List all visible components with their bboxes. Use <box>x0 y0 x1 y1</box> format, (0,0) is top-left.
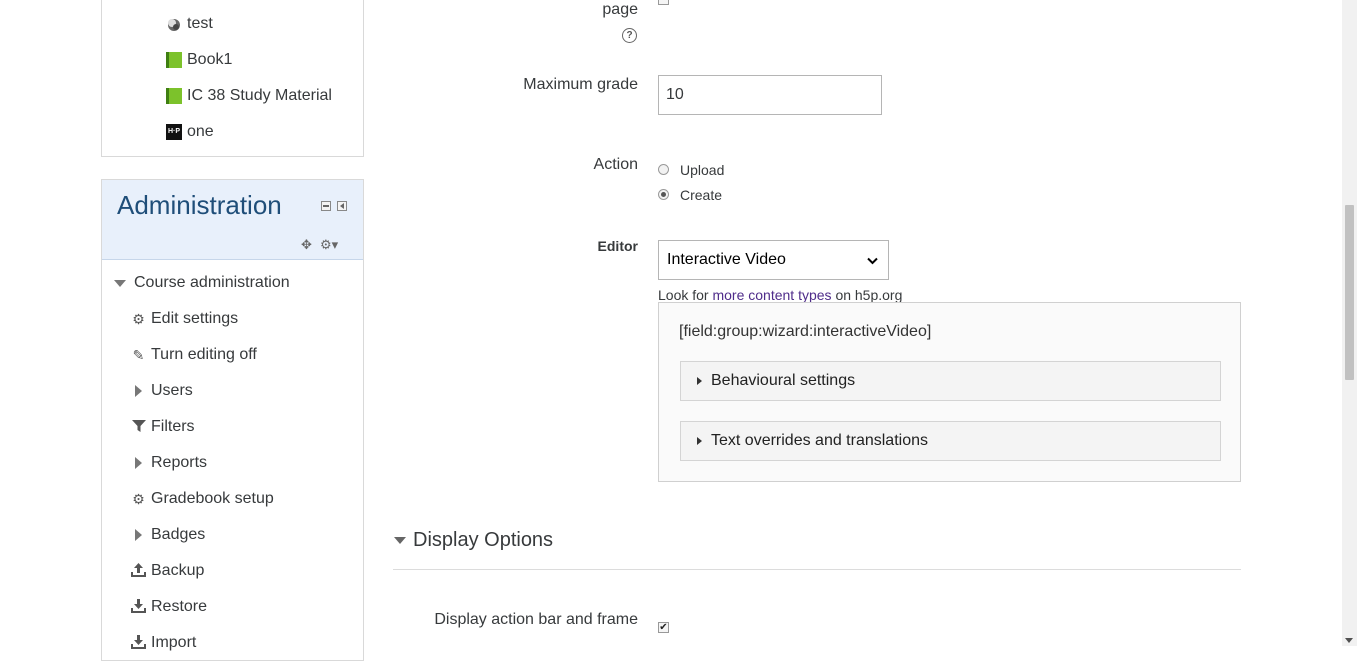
editor-select[interactable]: Interactive Video <box>658 240 889 280</box>
activity-item[interactable]: Book1 <box>166 48 232 72</box>
page-label: page <box>602 1 638 18</box>
activity-item[interactable]: IC 38 Study Material <box>166 84 332 108</box>
activity-item[interactable]: H·P one <box>166 120 214 144</box>
maximum-grade-input[interactable]: 10 <box>658 75 882 115</box>
action-upload-radio[interactable] <box>658 164 669 175</box>
upload-icon <box>130 562 147 580</box>
maximum-grade-label: Maximum grade <box>523 76 638 93</box>
section-title: Display Options <box>413 529 554 551</box>
activity-label: test <box>187 15 213 32</box>
nav-label: Reports <box>151 454 208 471</box>
pencil-icon: ✎ <box>132 346 145 363</box>
scroll-down-arrow-icon[interactable] <box>1345 638 1353 643</box>
action-create-radio[interactable] <box>658 189 669 200</box>
nav-label: Turn editing off <box>151 346 257 363</box>
activity-label: IC 38 Study Material <box>187 87 332 104</box>
display-action-bar-label: Display action bar and frame <box>434 611 638 628</box>
download-icon <box>130 598 147 616</box>
nav-item-backup[interactable]: Backup <box>130 559 204 583</box>
nav-item-import[interactable]: Import <box>130 631 196 655</box>
h5p-editor-box: [field:group:wizard:interactiveVideo] Be… <box>658 302 1241 482</box>
gear-icon: ⚙ <box>132 310 145 327</box>
page-checkbox[interactable] <box>658 0 669 5</box>
scrollbar-thumb[interactable] <box>1345 205 1354 380</box>
nav-label: Import <box>151 634 197 651</box>
book-icon <box>166 88 182 104</box>
activity-item[interactable]: test <box>166 12 213 36</box>
behavioural-settings-group[interactable]: Behavioural settings <box>680 361 1221 401</box>
nav-label: Edit settings <box>151 310 239 327</box>
look-for-text: Look for <box>658 287 709 303</box>
activities-block: test Book1 IC 38 Study Material H·P one <box>101 0 364 157</box>
nav-item-filters[interactable]: Filters <box>130 415 195 439</box>
nav-label: Gradebook setup <box>151 490 274 507</box>
nav-item-turn-editing-off[interactable]: ✎ Turn editing off <box>130 343 257 367</box>
action-upload-label[interactable]: Upload <box>680 162 724 178</box>
nav-label: Backup <box>151 562 205 579</box>
display-action-bar-checkbox[interactable]: ✔ <box>658 622 669 633</box>
editor-label: Editor <box>597 238 638 254</box>
activity-label: Book1 <box>187 51 233 68</box>
nav-label: Restore <box>151 598 208 615</box>
filter-icon <box>130 419 147 436</box>
help-icon[interactable]: ? <box>622 28 637 43</box>
page-scrollbar[interactable] <box>1342 0 1357 646</box>
import-icon <box>130 634 147 652</box>
expand-arrow-icon <box>135 385 142 397</box>
action-label: Action <box>593 156 638 173</box>
chevron-down-icon <box>867 241 878 279</box>
expand-arrow-icon <box>135 529 142 541</box>
collapse-arrow-icon <box>114 279 126 287</box>
display-options-heading[interactable]: Display Options <box>394 529 553 552</box>
nav-label: Users <box>151 382 193 399</box>
course-administration-node[interactable]: Course administration <box>114 271 290 295</box>
action-create-label[interactable]: Create <box>680 187 722 203</box>
node-label: Course administration <box>134 274 290 291</box>
expand-arrow-icon <box>135 457 142 469</box>
block-header: Administration ✥ ⚙▾ <box>102 180 363 260</box>
collapse-icon[interactable] <box>321 201 331 211</box>
section-divider <box>393 569 1241 570</box>
gear-icon: ⚙ <box>132 490 145 507</box>
nav-item-badges[interactable]: Badges <box>130 523 205 547</box>
nav-label: Filters <box>151 418 195 435</box>
block-title: Administration <box>117 190 282 220</box>
h5p-icon: H·P <box>166 124 182 140</box>
group-label: Text overrides and translations <box>711 432 928 449</box>
nav-item-reports[interactable]: Reports <box>130 451 207 475</box>
expand-arrow-icon <box>697 377 702 385</box>
dock-icon[interactable] <box>337 201 347 211</box>
h5p-org-text: on h5p.org <box>835 287 903 303</box>
move-icon[interactable]: ✥ <box>301 237 312 253</box>
book-icon <box>166 52 182 68</box>
text-overrides-group[interactable]: Text overrides and translations <box>680 421 1221 461</box>
nav-item-edit-settings[interactable]: ⚙ Edit settings <box>130 307 238 331</box>
group-label: Behavioural settings <box>711 372 856 389</box>
nav-item-gradebook-setup[interactable]: ⚙ Gradebook setup <box>130 487 274 511</box>
h5p-field-title: [field:group:wizard:interactiveVideo] <box>679 323 932 340</box>
nav-item-users[interactable]: Users <box>130 379 193 403</box>
nav-label: Badges <box>151 526 206 543</box>
editor-selected-value: Interactive Video <box>667 251 786 268</box>
gear-menu-icon[interactable]: ⚙▾ <box>320 237 338 253</box>
activity-label: one <box>187 123 214 140</box>
more-content-types-line: Look for more content types on h5p.org <box>658 287 902 303</box>
administration-block: Administration ✥ ⚙▾ Course administratio… <box>101 179 364 661</box>
forum-icon <box>166 16 182 32</box>
expand-arrow-icon <box>697 437 702 445</box>
nav-item-restore[interactable]: Restore <box>130 595 207 619</box>
collapse-arrow-icon <box>394 537 406 544</box>
more-content-types-link[interactable]: more content types <box>712 287 831 303</box>
